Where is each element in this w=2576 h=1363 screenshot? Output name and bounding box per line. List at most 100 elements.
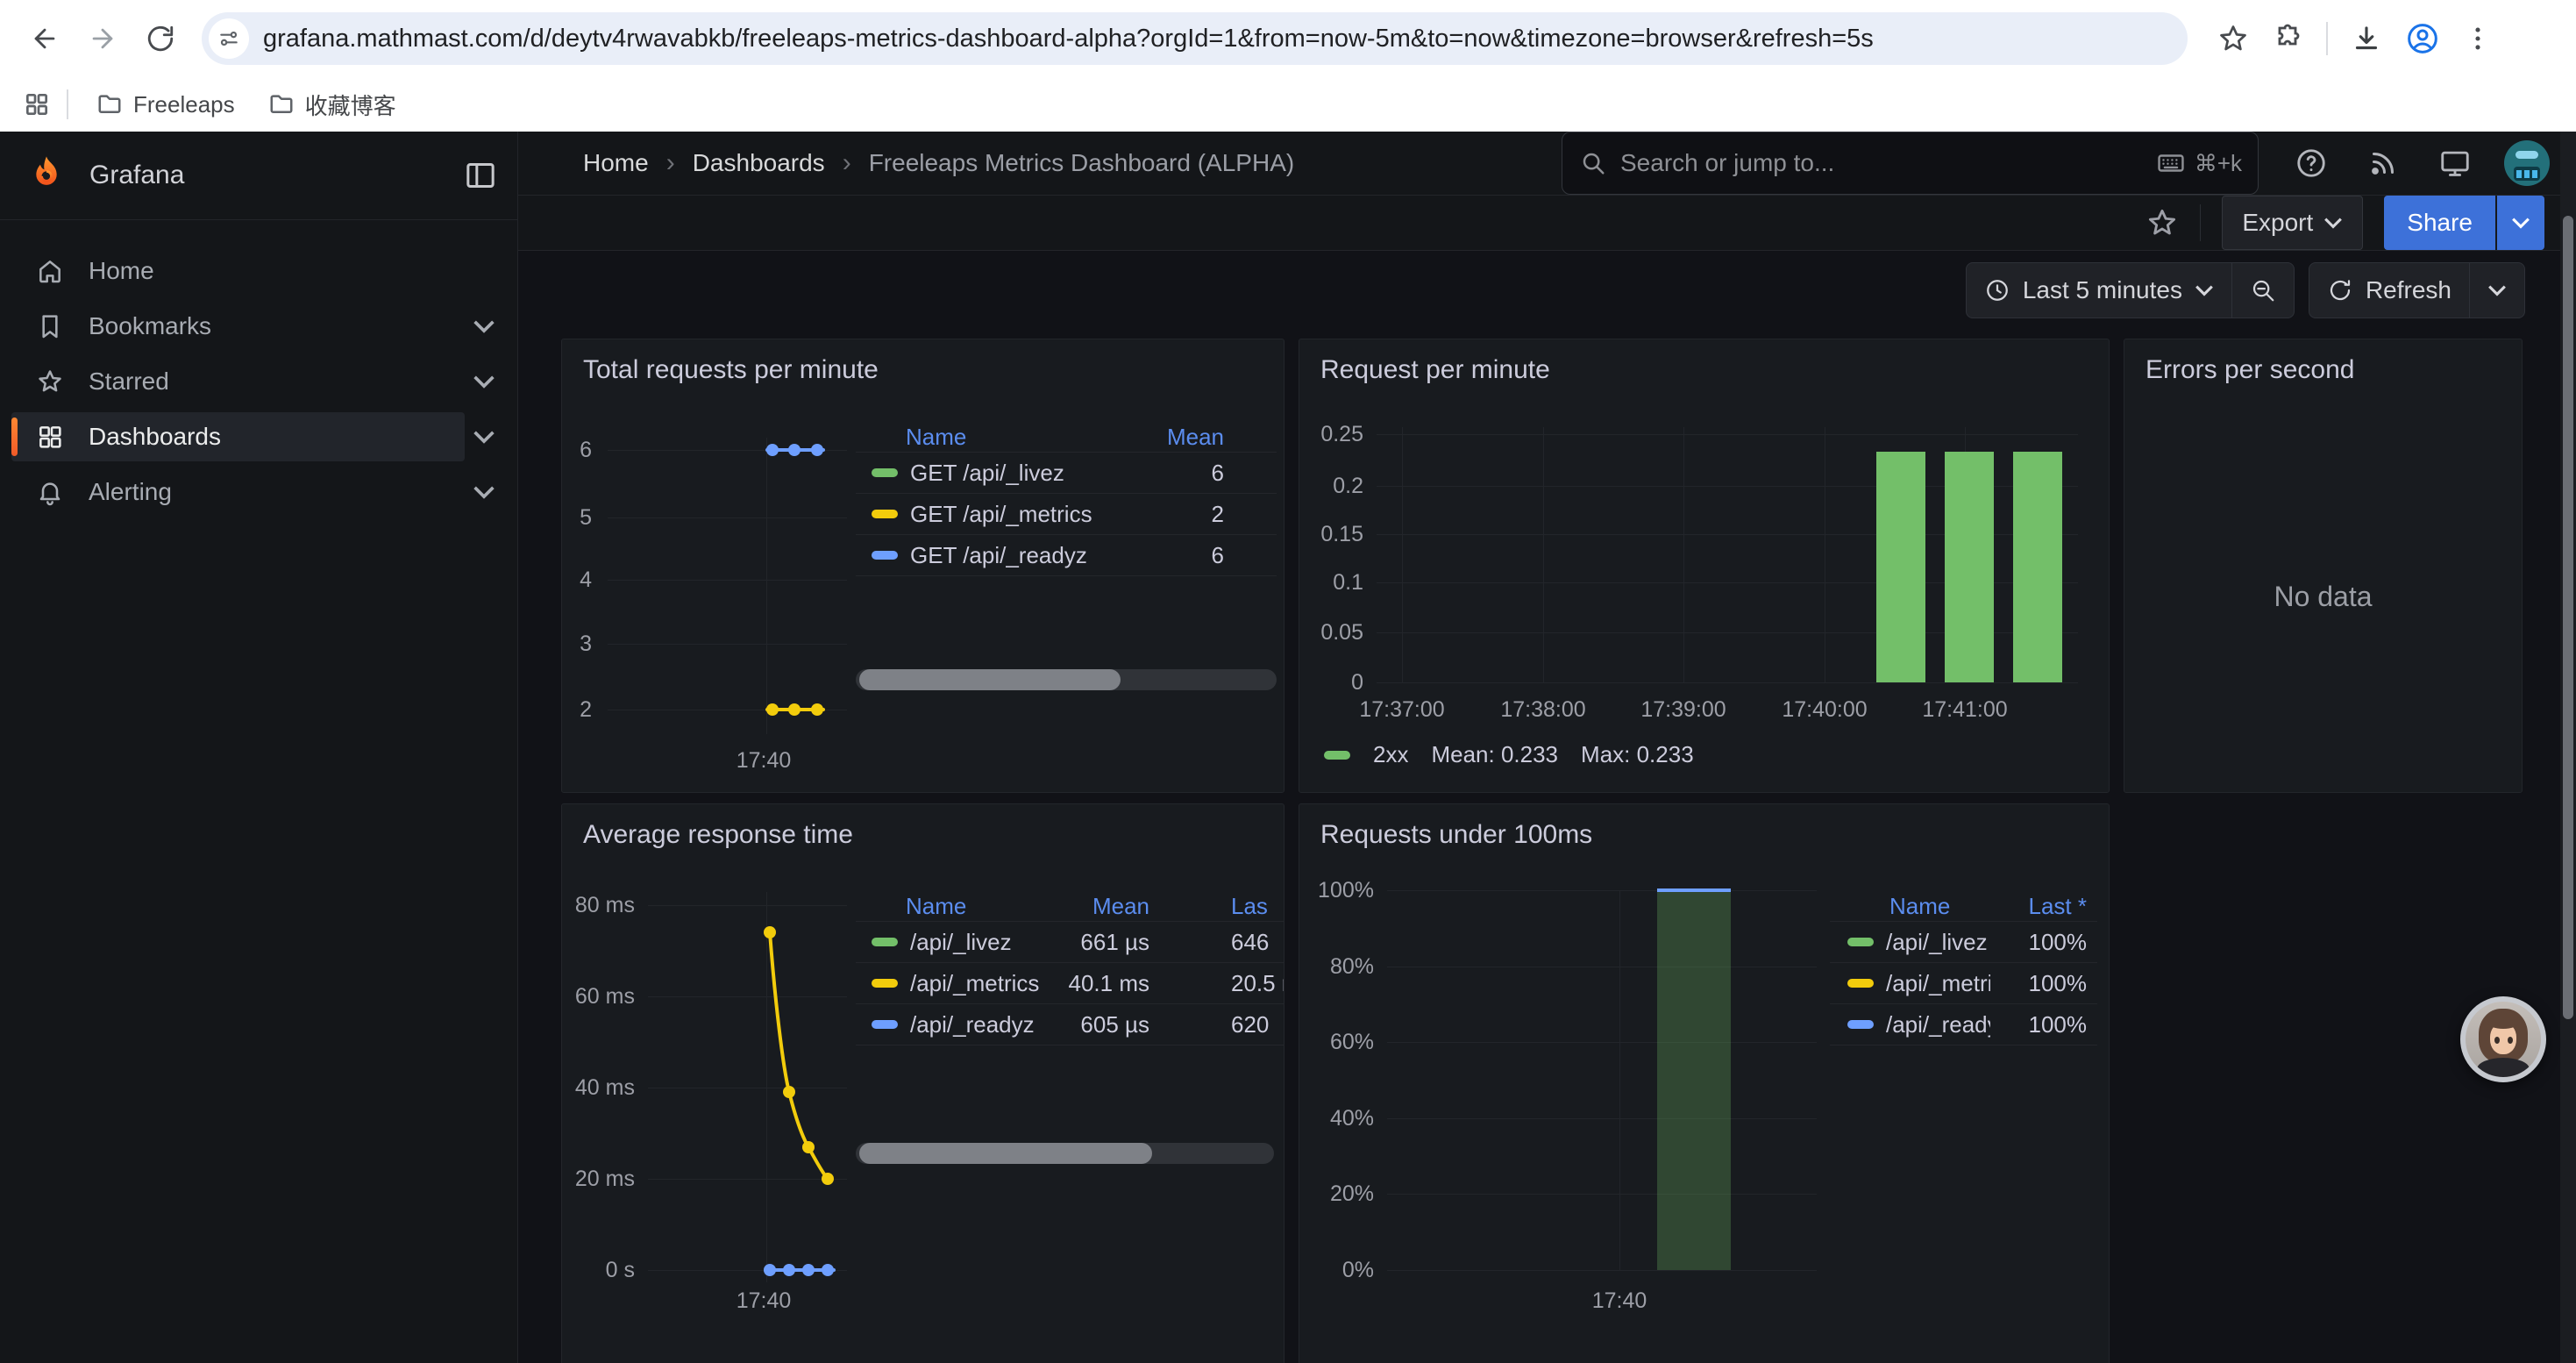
series-name[interactable]: GET /api/_readyz <box>910 542 1119 569</box>
apps-grid-icon[interactable] <box>23 90 51 118</box>
avatar-visor <box>2516 151 2538 159</box>
share-label: Share <box>2407 209 2473 237</box>
extensions-icon[interactable] <box>2272 23 2303 54</box>
expand-chevron[interactable] <box>465 315 503 338</box>
refresh-interval-button[interactable] <box>2469 263 2524 318</box>
gridline <box>1377 682 2078 683</box>
menu-kebab-icon[interactable] <box>2463 24 2493 54</box>
series-name[interactable]: GET /api/_metrics <box>910 501 1119 528</box>
legend-scrollbar[interactable] <box>856 669 1277 690</box>
back-button[interactable] <box>16 10 74 68</box>
series-mean: 6 <box>1119 542 1224 569</box>
chevron-down-icon <box>473 315 495 338</box>
expand-chevron[interactable] <box>465 370 503 393</box>
sidebar-item-label: Starred <box>89 368 169 396</box>
page-scrollbar[interactable] <box>2560 132 2576 1363</box>
panel-left-icon <box>463 158 498 193</box>
series-last: 100% <box>1990 1011 2087 1038</box>
dashboards-grid-icon <box>36 423 64 451</box>
url-bar[interactable]: grafana.mathmast.com/d/deytv4rwavabkb/fr… <box>202 12 2188 65</box>
reload-button[interactable] <box>132 10 189 68</box>
series-name[interactable]: GET /api/_livez <box>910 460 1119 487</box>
kiosk-mode-button[interactable] <box>2432 140 2478 186</box>
sidebar-collapse-button[interactable] <box>463 158 498 193</box>
expand-chevron[interactable] <box>465 425 503 448</box>
gridline <box>608 580 847 581</box>
chevron-down-icon <box>473 481 495 503</box>
share-menu-button[interactable] <box>2495 196 2544 250</box>
x-tick: 17:40 <box>1580 1288 1659 1314</box>
panel-title[interactable]: Total requests per minute <box>583 355 879 385</box>
time-range-picker[interactable]: Last 5 minutes <box>1967 263 2231 318</box>
export-button[interactable]: Export <box>2222 196 2363 250</box>
bookmarks-bar: Freeleaps 收藏博客 <box>0 77 2576 132</box>
search-bar[interactable]: ⌘+k <box>1562 132 2259 195</box>
help-button[interactable] <box>2288 140 2334 186</box>
sidebar-item-label: Home <box>89 257 154 285</box>
news-button[interactable] <box>2360 140 2406 186</box>
series-name[interactable]: /api/_metrics <box>1886 970 1990 997</box>
zoom-out-button[interactable] <box>2231 263 2294 318</box>
floating-assistant-avatar[interactable] <box>2460 996 2546 1082</box>
series-name[interactable]: 2xx <box>1373 741 1408 768</box>
expand-chevron[interactable] <box>465 481 503 503</box>
time-range-group: Last 5 minutes <box>1966 262 2295 318</box>
series-name[interactable]: /api/_metrics <box>910 970 1044 997</box>
bookmark-folder-freeleaps[interactable]: Freeleaps <box>84 84 247 125</box>
bookmark-star-icon[interactable] <box>2217 23 2249 54</box>
breadcrumb-separator: › <box>843 148 851 178</box>
series-max: Max: 0.233 <box>1581 741 1694 768</box>
data-point <box>788 703 801 716</box>
favorite-star-icon[interactable] <box>2145 206 2179 239</box>
legend-header-last[interactable]: Las <box>1231 893 1284 920</box>
series-name[interactable]: /api/_readyz <box>1886 1011 1990 1038</box>
panel-title[interactable]: Requests under 100ms <box>1320 820 1592 850</box>
legend-header: Name Mean Las <box>856 892 1284 922</box>
panel-title[interactable]: Errors per second <box>2145 355 2354 385</box>
scrollbar-thumb[interactable] <box>2563 216 2573 1019</box>
grafana-logo[interactable] <box>25 153 68 197</box>
panel-title[interactable]: Request per minute <box>1320 355 1550 385</box>
search-input[interactable] <box>1620 149 2156 177</box>
share-button[interactable]: Share <box>2384 196 2495 250</box>
series-name[interactable]: /api/_livez <box>1886 929 1990 956</box>
breadcrumb-dashboards[interactable]: Dashboards <box>693 149 825 177</box>
forward-button[interactable] <box>74 10 132 68</box>
sidebar-item-starred[interactable]: Starred <box>0 353 517 409</box>
data-point <box>766 444 779 456</box>
y-tick: 3 <box>562 632 592 657</box>
sidebar-item-alerting[interactable]: Alerting <box>0 464 517 519</box>
sidebar-item-home[interactable]: Home <box>0 243 517 298</box>
series-mean: 2 <box>1119 501 1224 528</box>
legend-scrollbar[interactable] <box>856 1143 1274 1164</box>
legend-header-name[interactable]: Name <box>906 893 966 920</box>
panel-under-100ms: Requests under 100ms 100% 80% 60% 40% 20… <box>1299 803 2110 1363</box>
series-last: 646 <box>1231 929 1284 956</box>
series-name[interactable]: /api/_readyz <box>910 1011 1044 1038</box>
legend-table: Name Mean GET /api/_livez 6 <box>856 423 1277 576</box>
scrollbar-thumb[interactable] <box>859 669 1121 690</box>
legend-header-last[interactable]: Last * <box>1990 893 2087 920</box>
gridline <box>1683 427 1684 682</box>
series-mean: 605 µs <box>1044 1011 1149 1038</box>
legend-header-mean[interactable]: Mean <box>1044 893 1149 920</box>
refresh-button[interactable]: Refresh <box>2309 263 2469 318</box>
user-avatar[interactable] <box>2504 140 2550 186</box>
bookmark-folder-blogs[interactable]: 收藏博客 <box>256 82 409 128</box>
legend-header-mean[interactable]: Mean <box>1119 424 1224 451</box>
forward-arrow-icon <box>88 24 117 54</box>
scrollbar-thumb[interactable] <box>859 1143 1152 1164</box>
breadcrumb-home[interactable]: Home <box>583 149 649 177</box>
y-tick: 100% <box>1299 878 1374 903</box>
sidebar-item-dashboards[interactable]: Dashboards <box>0 409 517 464</box>
profile-avatar-icon[interactable] <box>2405 21 2440 56</box>
series-swatch-green <box>1847 938 1874 946</box>
site-info-icon[interactable] <box>209 18 249 59</box>
sidebar-item-bookmarks[interactable]: Bookmarks <box>0 298 517 353</box>
gridline <box>1387 1118 1817 1119</box>
series-name[interactable]: /api/_livez <box>910 929 1044 956</box>
legend-header-name[interactable]: Name <box>906 424 966 451</box>
download-icon[interactable] <box>2351 23 2382 54</box>
legend-header-name[interactable]: Name <box>1889 893 1950 920</box>
x-tick: 17:40:00 <box>1763 697 1886 723</box>
